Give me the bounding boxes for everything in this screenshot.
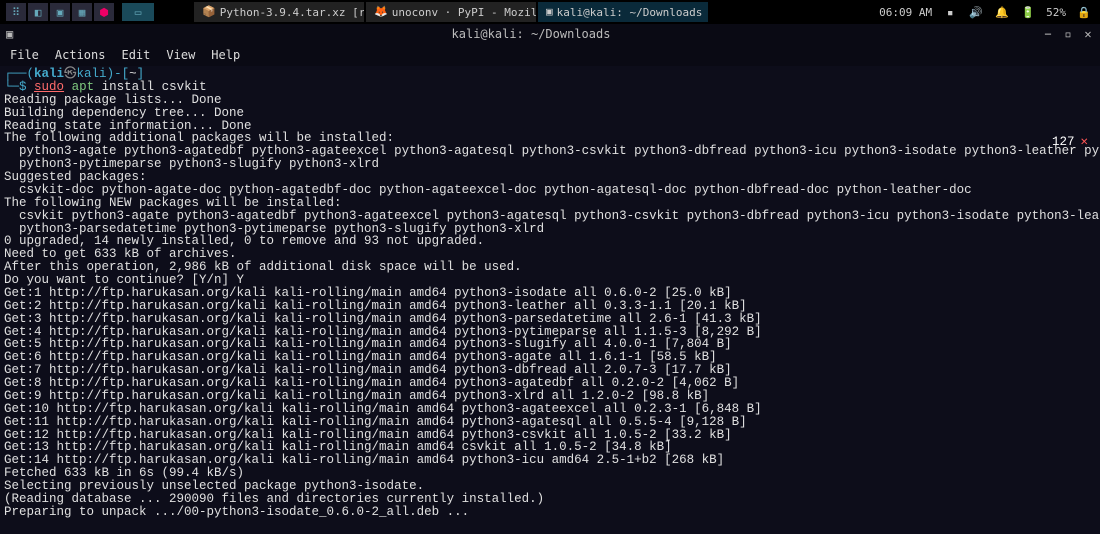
terminal-line: csvkit-doc python-agate-doc python-agate… xyxy=(4,184,1096,197)
clock[interactable]: 06:09 AM xyxy=(879,6,932,19)
editor-icon[interactable]: ▦ xyxy=(72,3,92,21)
terminal-launcher-icon[interactable]: ▣ xyxy=(50,3,70,21)
workspace-switcher[interactable]: ▭ xyxy=(122,3,154,21)
terminal-line: Get:3 http://ftp.harukasan.org/kali kali… xyxy=(4,313,1096,326)
window-titlebar[interactable]: ▣ kali@kali: ~/Downloads − ▫ ✕ xyxy=(0,24,1100,44)
archive-icon: 📦 xyxy=(202,5,216,19)
task-firefox[interactable]: 🦊 unoconv · PyPI - Mozilla ... xyxy=(366,2,536,22)
menu-file[interactable]: File xyxy=(10,48,39,62)
menu-edit[interactable]: Edit xyxy=(121,48,150,62)
terminal-line: (Reading database ... 290090 files and d… xyxy=(4,493,1096,506)
terminal-line: Get:8 http://ftp.harukasan.org/kali kali… xyxy=(4,377,1096,390)
counter-value: 127 xyxy=(1052,136,1075,149)
cmd-sudo: sudo xyxy=(34,80,64,94)
prompt-line-2: └─$ sudo apt install csvkit xyxy=(4,81,1096,94)
terminal-line: Do you want to continue? [Y/n] Y xyxy=(4,274,1096,287)
terminal-line: Get:11 http://ftp.harukasan.org/kali kal… xyxy=(4,416,1096,429)
terminal-line: Selecting previously unselected package … xyxy=(4,480,1096,493)
terminal-line: csvkit python3-agate python3-agatedbf py… xyxy=(4,210,1096,223)
task-archive[interactable]: 📦 Python-3.9.4.tar.xz [rea... xyxy=(194,2,364,22)
terminal-output: Reading package lists... DoneBuilding de… xyxy=(4,94,1096,519)
terminal-line: The following NEW packages will be insta… xyxy=(4,197,1096,210)
desktop-panel: ⠿ ◧ ▣ ▦ ⬢ ▭ 📦 Python-3.9.4.tar.xz [rea..… xyxy=(0,0,1100,24)
task-label: kali@kali: ~/Downloads xyxy=(557,6,703,19)
terminal-icon: ▣ xyxy=(546,5,553,19)
battery-icon[interactable]: 🔋 xyxy=(1020,4,1036,20)
terminal-line: Suggested packages: xyxy=(4,171,1096,184)
window-controls: − ▫ ✕ xyxy=(1042,28,1094,40)
panel-launchers: ⠿ ◧ ▣ ▦ ⬢ ▭ xyxy=(0,3,154,21)
volume-icon[interactable]: 🔊 xyxy=(968,4,984,20)
terminal-line: Get:1 http://ftp.harukasan.org/kali kali… xyxy=(4,287,1096,300)
files-icon[interactable]: ◧ xyxy=(28,3,48,21)
terminal-line: Building dependency tree... Done xyxy=(4,107,1096,120)
task-label: unoconv · PyPI - Mozilla ... xyxy=(392,6,536,19)
counter-close-icon[interactable]: ✕ xyxy=(1080,136,1088,149)
counter-badge: 127 ✕ xyxy=(1052,136,1088,149)
window-app-icon: ▣ xyxy=(6,27,20,41)
notification-icon[interactable]: 🔔 xyxy=(994,4,1010,20)
cmd-args: install csvkit xyxy=(94,80,207,94)
kali-icon[interactable]: ⬢ xyxy=(94,3,114,21)
window-title: kali@kali: ~/Downloads xyxy=(20,27,1042,41)
maximize-button[interactable]: ▫ xyxy=(1062,28,1074,40)
taskbar: 📦 Python-3.9.4.tar.xz [rea... 🦊 unoconv … xyxy=(194,2,708,22)
firefox-icon: 🦊 xyxy=(374,5,388,19)
terminal-line: Get:9 http://ftp.harukasan.org/kali kali… xyxy=(4,390,1096,403)
terminal-line: python3-pytimeparse python3-slugify pyth… xyxy=(4,158,1096,171)
task-terminal[interactable]: ▣ kali@kali: ~/Downloads xyxy=(538,2,708,22)
terminal-line: Reading package lists... Done xyxy=(4,94,1096,107)
lock-icon[interactable]: 🔒 xyxy=(1076,4,1092,20)
menu-help[interactable]: Help xyxy=(211,48,240,62)
minimize-button[interactable]: − xyxy=(1042,28,1054,40)
terminal-line: Get:2 http://ftp.harukasan.org/kali kali… xyxy=(4,300,1096,313)
close-button[interactable]: ✕ xyxy=(1082,28,1094,40)
terminal[interactable]: ┌──(kali㉿kali)-[~] └─$ sudo apt install … xyxy=(0,66,1100,534)
terminal-line: Preparing to unpack .../00-python3-isoda… xyxy=(4,506,1096,519)
menubar: File Actions Edit View Help xyxy=(0,44,1100,66)
terminal-line: Get:10 http://ftp.harukasan.org/kali kal… xyxy=(4,403,1096,416)
system-tray: 06:09 AM ▪ 🔊 🔔 🔋 52% 🔒 xyxy=(879,4,1100,20)
task-label: Python-3.9.4.tar.xz [rea... xyxy=(220,6,364,19)
cmd-apt: apt xyxy=(72,80,95,94)
app-menu-icon[interactable]: ⠿ xyxy=(6,3,26,21)
battery-percent: 52% xyxy=(1046,6,1066,19)
network-icon[interactable]: ▪ xyxy=(942,4,958,20)
menu-actions[interactable]: Actions xyxy=(55,48,106,62)
menu-view[interactable]: View xyxy=(166,48,195,62)
